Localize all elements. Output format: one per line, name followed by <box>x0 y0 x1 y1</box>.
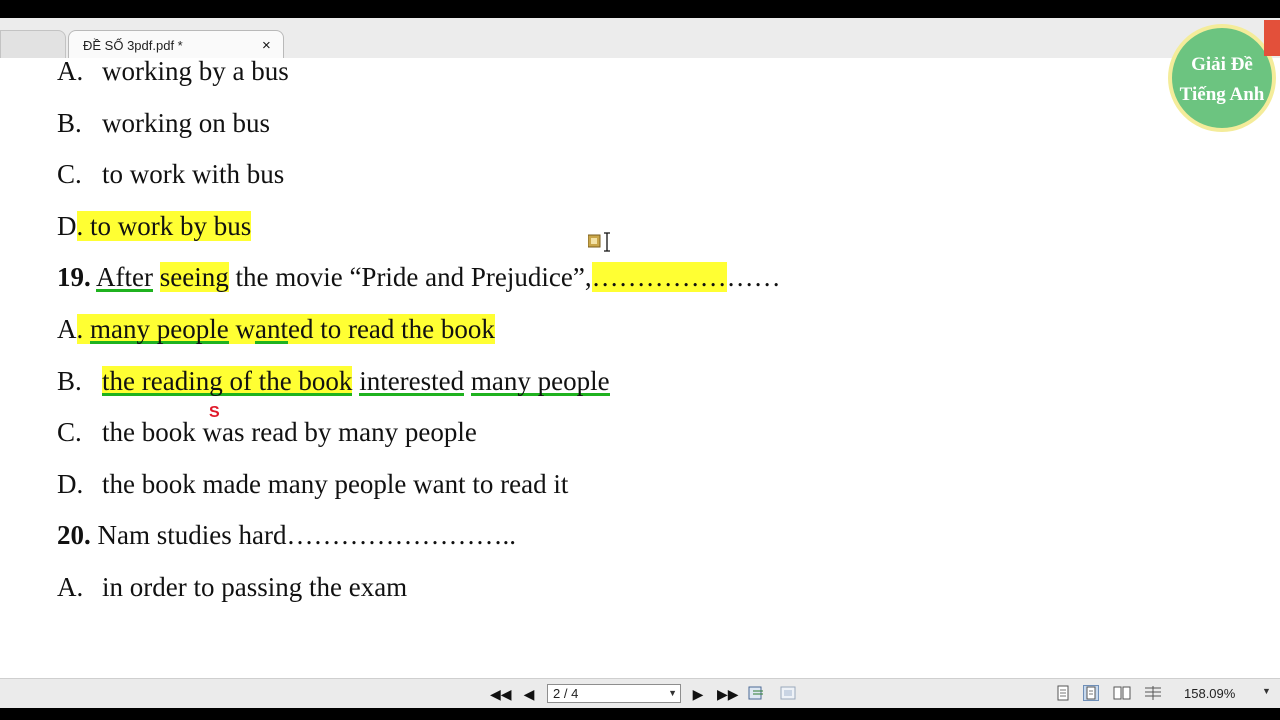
tab-document[interactable]: ĐỀ SỐ 3pdf.pdf * × <box>68 30 284 59</box>
option-letter: C. <box>57 159 82 189</box>
option-text: in order to passing the exam <box>102 572 408 602</box>
status-bar: ◀◀ ◀ 2 / 4 ▼ ▶ ▶▶ 158.09% ▼ <box>0 678 1280 709</box>
highlighted-answer: . to work by bus <box>76 211 252 241</box>
answer-part: w <box>228 314 255 344</box>
page-number-field[interactable]: 2 / 4 ▼ <box>547 684 681 703</box>
pen-annotation: S <box>209 404 220 421</box>
zoom-level[interactable]: 158.09% <box>1184 686 1235 701</box>
continuous-view-icon[interactable] <box>1083 685 1099 701</box>
question-number: 20. <box>57 520 91 550</box>
continuous-facing-view-icon[interactable] <box>1144 685 1161 701</box>
underlined-word: interested <box>359 366 465 396</box>
underlined-phrase: many people <box>90 314 229 344</box>
answer-part: . <box>76 314 90 344</box>
last-page-button[interactable]: ▶▶ <box>717 685 739 703</box>
q18-option-d: D. to work by bus <box>57 210 252 242</box>
option-text: to work with bus <box>102 159 285 189</box>
underlined-phrase: many people <box>470 366 610 396</box>
facing-view-icon[interactable] <box>1113 685 1131 701</box>
highlighted-answer: . many people wanted to read the book <box>76 314 495 344</box>
option-letter: D. <box>57 469 84 499</box>
tab-previous[interactable] <box>0 30 66 59</box>
logo-line-2: Tiếng Anh <box>1179 84 1265 105</box>
question-text: Nam studies hard…………………….. <box>90 520 516 550</box>
option-letter: A <box>57 314 77 344</box>
document-page: A. working by a bus B. working on bus C. to… <box>0 58 1280 678</box>
q19-question: 19. After seeing the movie “Pride and Pr… <box>57 261 781 293</box>
logo-line-1: Giải Đề <box>1191 54 1253 75</box>
window-top-bar <box>0 0 1280 18</box>
tab-strip: ĐỀ SỐ 3pdf.pdf * × <box>0 18 1280 59</box>
first-page-button[interactable]: ◀◀ <box>490 685 512 703</box>
q19-option-d: D. the book made many people want to read… <box>57 468 568 500</box>
previous-page-button[interactable]: ◀ <box>520 685 538 703</box>
single-page-view-icon[interactable] <box>1055 685 1071 701</box>
option-text: working on bus <box>102 108 270 138</box>
underlined-word: After <box>96 262 153 292</box>
q19-option-c: C. the book was read by many people <box>57 416 477 448</box>
option-letter: A. <box>57 572 84 602</box>
fit-width-icon[interactable] <box>780 685 796 701</box>
highlighted-word: seeing <box>159 262 229 292</box>
fit-page-icon[interactable] <box>748 685 764 701</box>
q20-question: 20. Nam studies hard…………………….. <box>57 519 516 551</box>
chevron-down-icon[interactable]: ▼ <box>668 685 677 702</box>
q19-option-b: B. the reading of the book interested man… <box>57 365 610 397</box>
q18-option-c: C. to work with bus <box>57 158 284 190</box>
tab-title: ĐỀ SỐ 3pdf.pdf * <box>83 38 183 53</box>
page-number-value: 2 / 4 <box>553 686 579 701</box>
q18-option-a: A. working by a bus <box>57 58 289 87</box>
highlighted-blank: …………… <box>591 262 727 292</box>
next-page-button[interactable]: ▶ <box>689 685 707 703</box>
tab-close-button[interactable]: × <box>262 37 271 54</box>
option-text: working by a bus <box>102 58 289 86</box>
q19-option-a: A. many people wanted to read the book <box>57 313 495 345</box>
underlined-phrase: ant <box>254 314 288 344</box>
question-number: 19. <box>57 262 91 292</box>
window-bottom-bar <box>0 708 1280 720</box>
option-letter: B. <box>57 108 82 138</box>
option-letter: C. <box>57 417 82 447</box>
chevron-down-icon[interactable]: ▼ <box>1262 686 1271 696</box>
q18-option-b: B. working on bus <box>57 107 270 139</box>
blank: …… <box>726 262 781 292</box>
question-text: the movie “Pride and Prejudice”, <box>228 262 592 292</box>
option-letter: D <box>57 211 77 241</box>
text-cursor-icon <box>587 231 614 258</box>
option-letter: A. <box>57 58 84 86</box>
q20-option-a: A. in order to passing the exam <box>57 571 407 603</box>
option-letter: B. <box>57 366 82 396</box>
highlighted-phrase: the reading of the book <box>102 366 353 396</box>
app-corner-icon <box>1264 20 1280 56</box>
channel-logo: Giải Đề Tiếng Anh <box>1168 24 1276 132</box>
answer-part: ed to read the book <box>287 314 495 344</box>
option-text: the book was read by many people <box>102 417 477 447</box>
option-text: the book made many people want to read i… <box>102 469 569 499</box>
